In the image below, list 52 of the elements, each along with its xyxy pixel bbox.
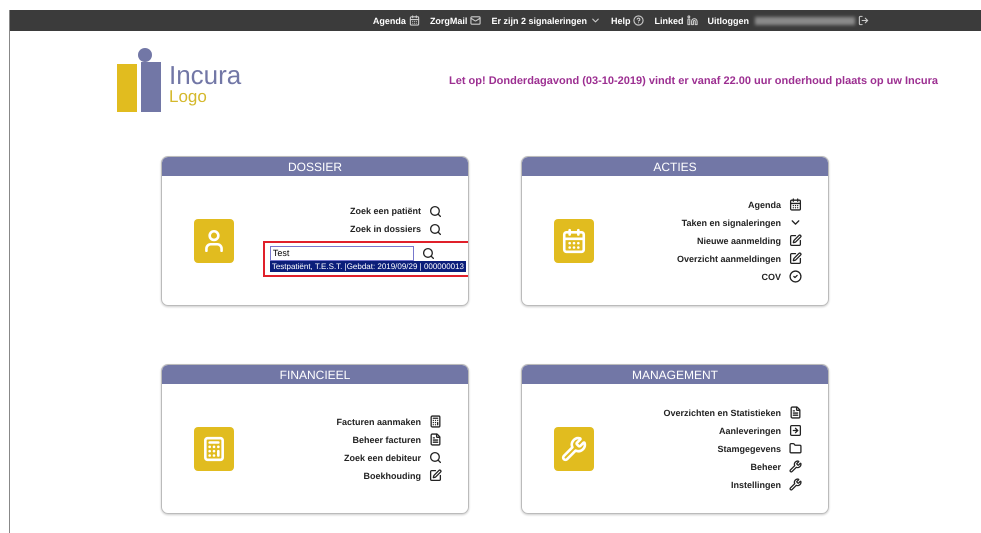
folder-icon bbox=[789, 442, 802, 455]
card-title: MANAGEMENT bbox=[522, 365, 828, 384]
menu-link[interactable]: Aanleveringen bbox=[718, 424, 802, 437]
suggestion-item[interactable]: Testpatiënt, T.E.S.T. |Gebdat: 2019/09/29 | 000000013 bbox=[270, 260, 466, 272]
top-bar-link[interactable]: Er zijn 2 signaleringen bbox=[491, 15, 601, 26]
menu-link[interactable]: Instellingen bbox=[730, 478, 802, 491]
menu-link[interactable]: Nieuwe aanmelding bbox=[696, 234, 802, 247]
menu-link[interactable]: Zoek een debiteur bbox=[344, 451, 442, 464]
top-bar-link[interactable]: Uitloggen bbox=[708, 15, 869, 26]
check-icon bbox=[789, 270, 802, 283]
calendar-icon bbox=[408, 15, 420, 26]
calculator-icon bbox=[429, 415, 442, 428]
top-bar-link[interactable]: Linked bbox=[654, 15, 698, 26]
help-icon bbox=[633, 15, 644, 26]
menu-link[interactable]: Agenda bbox=[748, 198, 802, 211]
document-icon bbox=[429, 433, 442, 446]
document-icon bbox=[789, 406, 802, 419]
menu-link[interactable]: Taken en signaleringen bbox=[682, 216, 802, 229]
search-field[interactable]: Test bbox=[270, 246, 414, 260]
edit-icon bbox=[789, 234, 802, 247]
logo-subtitle: Logo bbox=[169, 88, 208, 105]
edit-icon bbox=[429, 469, 442, 482]
menu-link[interactable]: Overzichten en Statistieken bbox=[663, 406, 802, 419]
logout-icon bbox=[858, 15, 869, 26]
menu-link[interactable]: Zoek in dossiers bbox=[350, 222, 442, 236]
logo-icon bbox=[117, 48, 163, 114]
search-icon bbox=[429, 204, 442, 218]
top-bar-link[interactable]: Help bbox=[610, 15, 644, 26]
linkedin-icon bbox=[686, 15, 698, 26]
menu-link[interactable]: Overzicht aanmeldingen bbox=[676, 252, 802, 265]
card-title: DOSSIER bbox=[162, 157, 468, 176]
search-icon bbox=[429, 222, 442, 236]
menu-link[interactable]: Beheer bbox=[750, 460, 802, 473]
mail-icon bbox=[470, 15, 482, 26]
menu-link[interactable]: Stamgegevens bbox=[717, 442, 802, 455]
menu-link[interactable]: Zoek een patiënt bbox=[350, 204, 442, 218]
menu-link[interactable]: Facturen aanmaken bbox=[336, 415, 442, 428]
menu-link[interactable]: Beheer facturen bbox=[352, 433, 442, 446]
tools-icon bbox=[789, 460, 802, 473]
search-icon bbox=[422, 246, 435, 260]
calendar-icon bbox=[789, 198, 802, 211]
top-bar-link[interactable]: Agenda bbox=[372, 15, 420, 26]
card-title: ACTIES bbox=[522, 157, 828, 176]
edit-icon bbox=[789, 252, 802, 265]
search-icon bbox=[429, 451, 442, 464]
tools-icon bbox=[789, 478, 802, 491]
top-bar-link[interactable]: ZorgMail bbox=[430, 15, 482, 26]
maintenance-notice: Let op! Donderdagavond (03-10-2019) vindt er vanaf 22.00 uur onderhoud plaats op uw Incura bbox=[448, 75, 938, 87]
logo-name: Incura bbox=[169, 62, 242, 88]
card-title: FINANCIEEL bbox=[162, 365, 468, 384]
menu-link[interactable]: Boekhouding bbox=[364, 469, 442, 482]
menu-link[interactable]: COV bbox=[761, 270, 802, 283]
